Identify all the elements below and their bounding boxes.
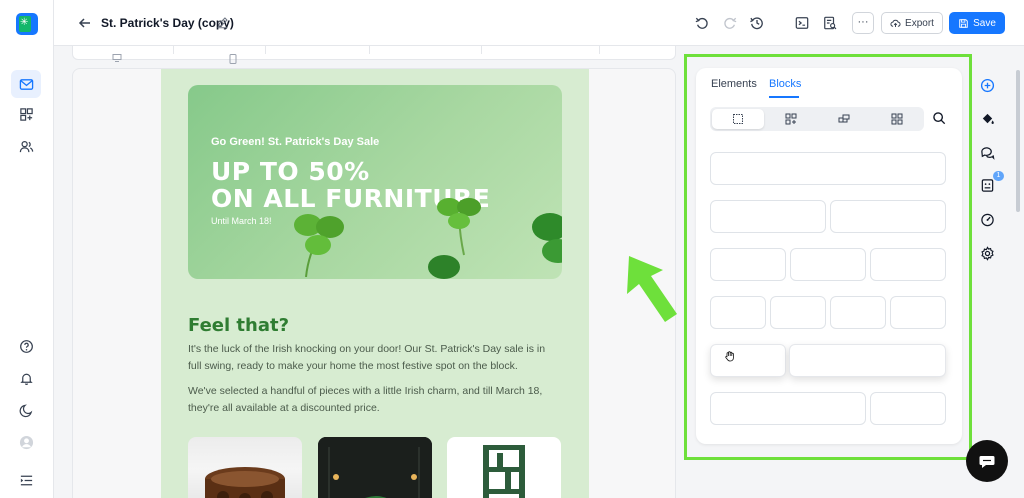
block-cell [890, 296, 946, 329]
block-cell [710, 392, 866, 425]
notification-badge: 1 [993, 171, 1004, 181]
menu-collapse-icon[interactable] [11, 466, 41, 494]
block-cell [830, 200, 946, 233]
redo-icon[interactable] [722, 15, 738, 31]
block-cell [710, 296, 766, 329]
two-column-icon[interactable] [765, 109, 817, 129]
page-title[interactable]: St. Patrick's Day (copy) [101, 16, 234, 30]
block-3-columns[interactable] [710, 248, 946, 281]
save-label: Save [973, 17, 996, 29]
block-cell [870, 392, 946, 425]
grab-hand-icon [725, 351, 734, 362]
product-image-stool[interactable] [188, 437, 302, 498]
block-4-columns[interactable] [710, 296, 946, 329]
editor-canvas: Go Green! St. Patrick's Day Sale UP TO 5… [72, 46, 676, 498]
block-cell [870, 248, 946, 281]
grid-icon[interactable] [871, 109, 923, 129]
hero-subtext: Until March 18! [211, 216, 272, 226]
block-cell [830, 296, 886, 329]
product-image-sofa[interactable] [318, 437, 432, 498]
panel-scrollbar[interactable] [1016, 70, 1020, 212]
history-icon[interactable] [749, 15, 765, 31]
block-cell [710, 248, 786, 281]
help-icon[interactable] [11, 332, 41, 360]
block-cell [790, 248, 866, 281]
paint-bucket-icon[interactable] [976, 107, 998, 129]
gauge-icon[interactable] [976, 208, 998, 230]
more-options-button[interactable]: ··· [852, 12, 874, 34]
undo-icon[interactable] [694, 15, 710, 31]
preview-icon[interactable] [822, 15, 838, 31]
block-cell [710, 344, 786, 377]
block-cell [789, 344, 946, 377]
blocks-panel: Elements Blocks [696, 68, 962, 444]
clover-image [428, 255, 460, 279]
search-icon[interactable] [932, 111, 946, 125]
export-button[interactable]: Export [881, 12, 943, 34]
mobile-view-icon[interactable] [229, 54, 237, 64]
block-1-3-columns[interactable] [710, 344, 946, 377]
top-bar: St. Patrick's Day (copy) ··· Export Save [54, 0, 1024, 46]
desktop-view-icon[interactable] [112, 54, 122, 62]
moon-icon[interactable] [11, 396, 41, 424]
section-title[interactable]: Feel that? [188, 315, 289, 336]
block-2-1-columns[interactable] [710, 392, 946, 425]
chat-button[interactable] [966, 440, 1008, 482]
mixed-layout-icon[interactable] [818, 109, 870, 129]
clover-image [532, 213, 562, 263]
export-label: Export [905, 17, 934, 29]
hero-headline-line1: UP TO 50% [211, 157, 370, 186]
tab-blocks[interactable]: Blocks [769, 78, 801, 90]
active-tab-indicator [769, 96, 799, 98]
block-2-columns[interactable] [710, 200, 946, 233]
right-tool-rail: 1 [972, 60, 1004, 280]
body-paragraph-1-line2: full swing, ready to make your home the … [188, 360, 518, 372]
block-cell [770, 296, 826, 329]
product-image-shelf[interactable] [447, 437, 561, 498]
cloud-upload-icon [890, 19, 901, 27]
contacts-icon[interactable] [11, 132, 41, 160]
edit-title-icon[interactable] [216, 16, 229, 29]
user-avatar[interactable] [11, 428, 41, 456]
layout-segmented-control [710, 107, 924, 131]
add-circle-icon[interactable] [976, 74, 998, 96]
template-icon[interactable]: 1 [976, 171, 1004, 196]
ruler [72, 46, 676, 60]
chat-bubble-icon [979, 456, 995, 468]
left-sidebar: ✳ [0, 0, 54, 498]
bell-icon[interactable] [11, 364, 41, 392]
body-paragraph-2-line2: they're all available at a discounted pr… [188, 402, 380, 414]
email-body: Go Green! St. Patrick's Day Sale UP TO 5… [161, 69, 589, 498]
mail-icon[interactable] [11, 70, 41, 98]
email-stage: Go Green! St. Patrick's Day Sale UP TO 5… [72, 68, 676, 498]
comments-icon[interactable] [976, 141, 998, 163]
block-1-column[interactable] [710, 152, 946, 185]
body-paragraph-2-line1: We've selected a handful of pieces with … [188, 385, 543, 397]
hero-kicker: Go Green! St. Patrick's Day Sale [211, 136, 380, 148]
block-cell [710, 200, 826, 233]
clover-image [294, 214, 344, 277]
highlight-arrow [627, 256, 677, 322]
body-paragraph-1-line1: It's the luck of the Irish knocking on y… [188, 343, 546, 355]
hero-banner[interactable]: Go Green! St. Patrick's Day Sale UP TO 5… [188, 85, 562, 279]
code-terminal-icon[interactable] [794, 15, 810, 31]
block-cell [710, 152, 946, 185]
tab-elements[interactable]: Elements [711, 78, 757, 90]
settings-gear-icon[interactable] [976, 242, 998, 264]
back-arrow-icon[interactable] [77, 15, 93, 31]
save-button[interactable]: Save [949, 12, 1005, 34]
app-logo[interactable]: ✳ [16, 13, 38, 35]
save-icon [959, 18, 968, 28]
blocks-icon[interactable] [11, 100, 41, 128]
single-column-icon[interactable] [712, 109, 764, 129]
